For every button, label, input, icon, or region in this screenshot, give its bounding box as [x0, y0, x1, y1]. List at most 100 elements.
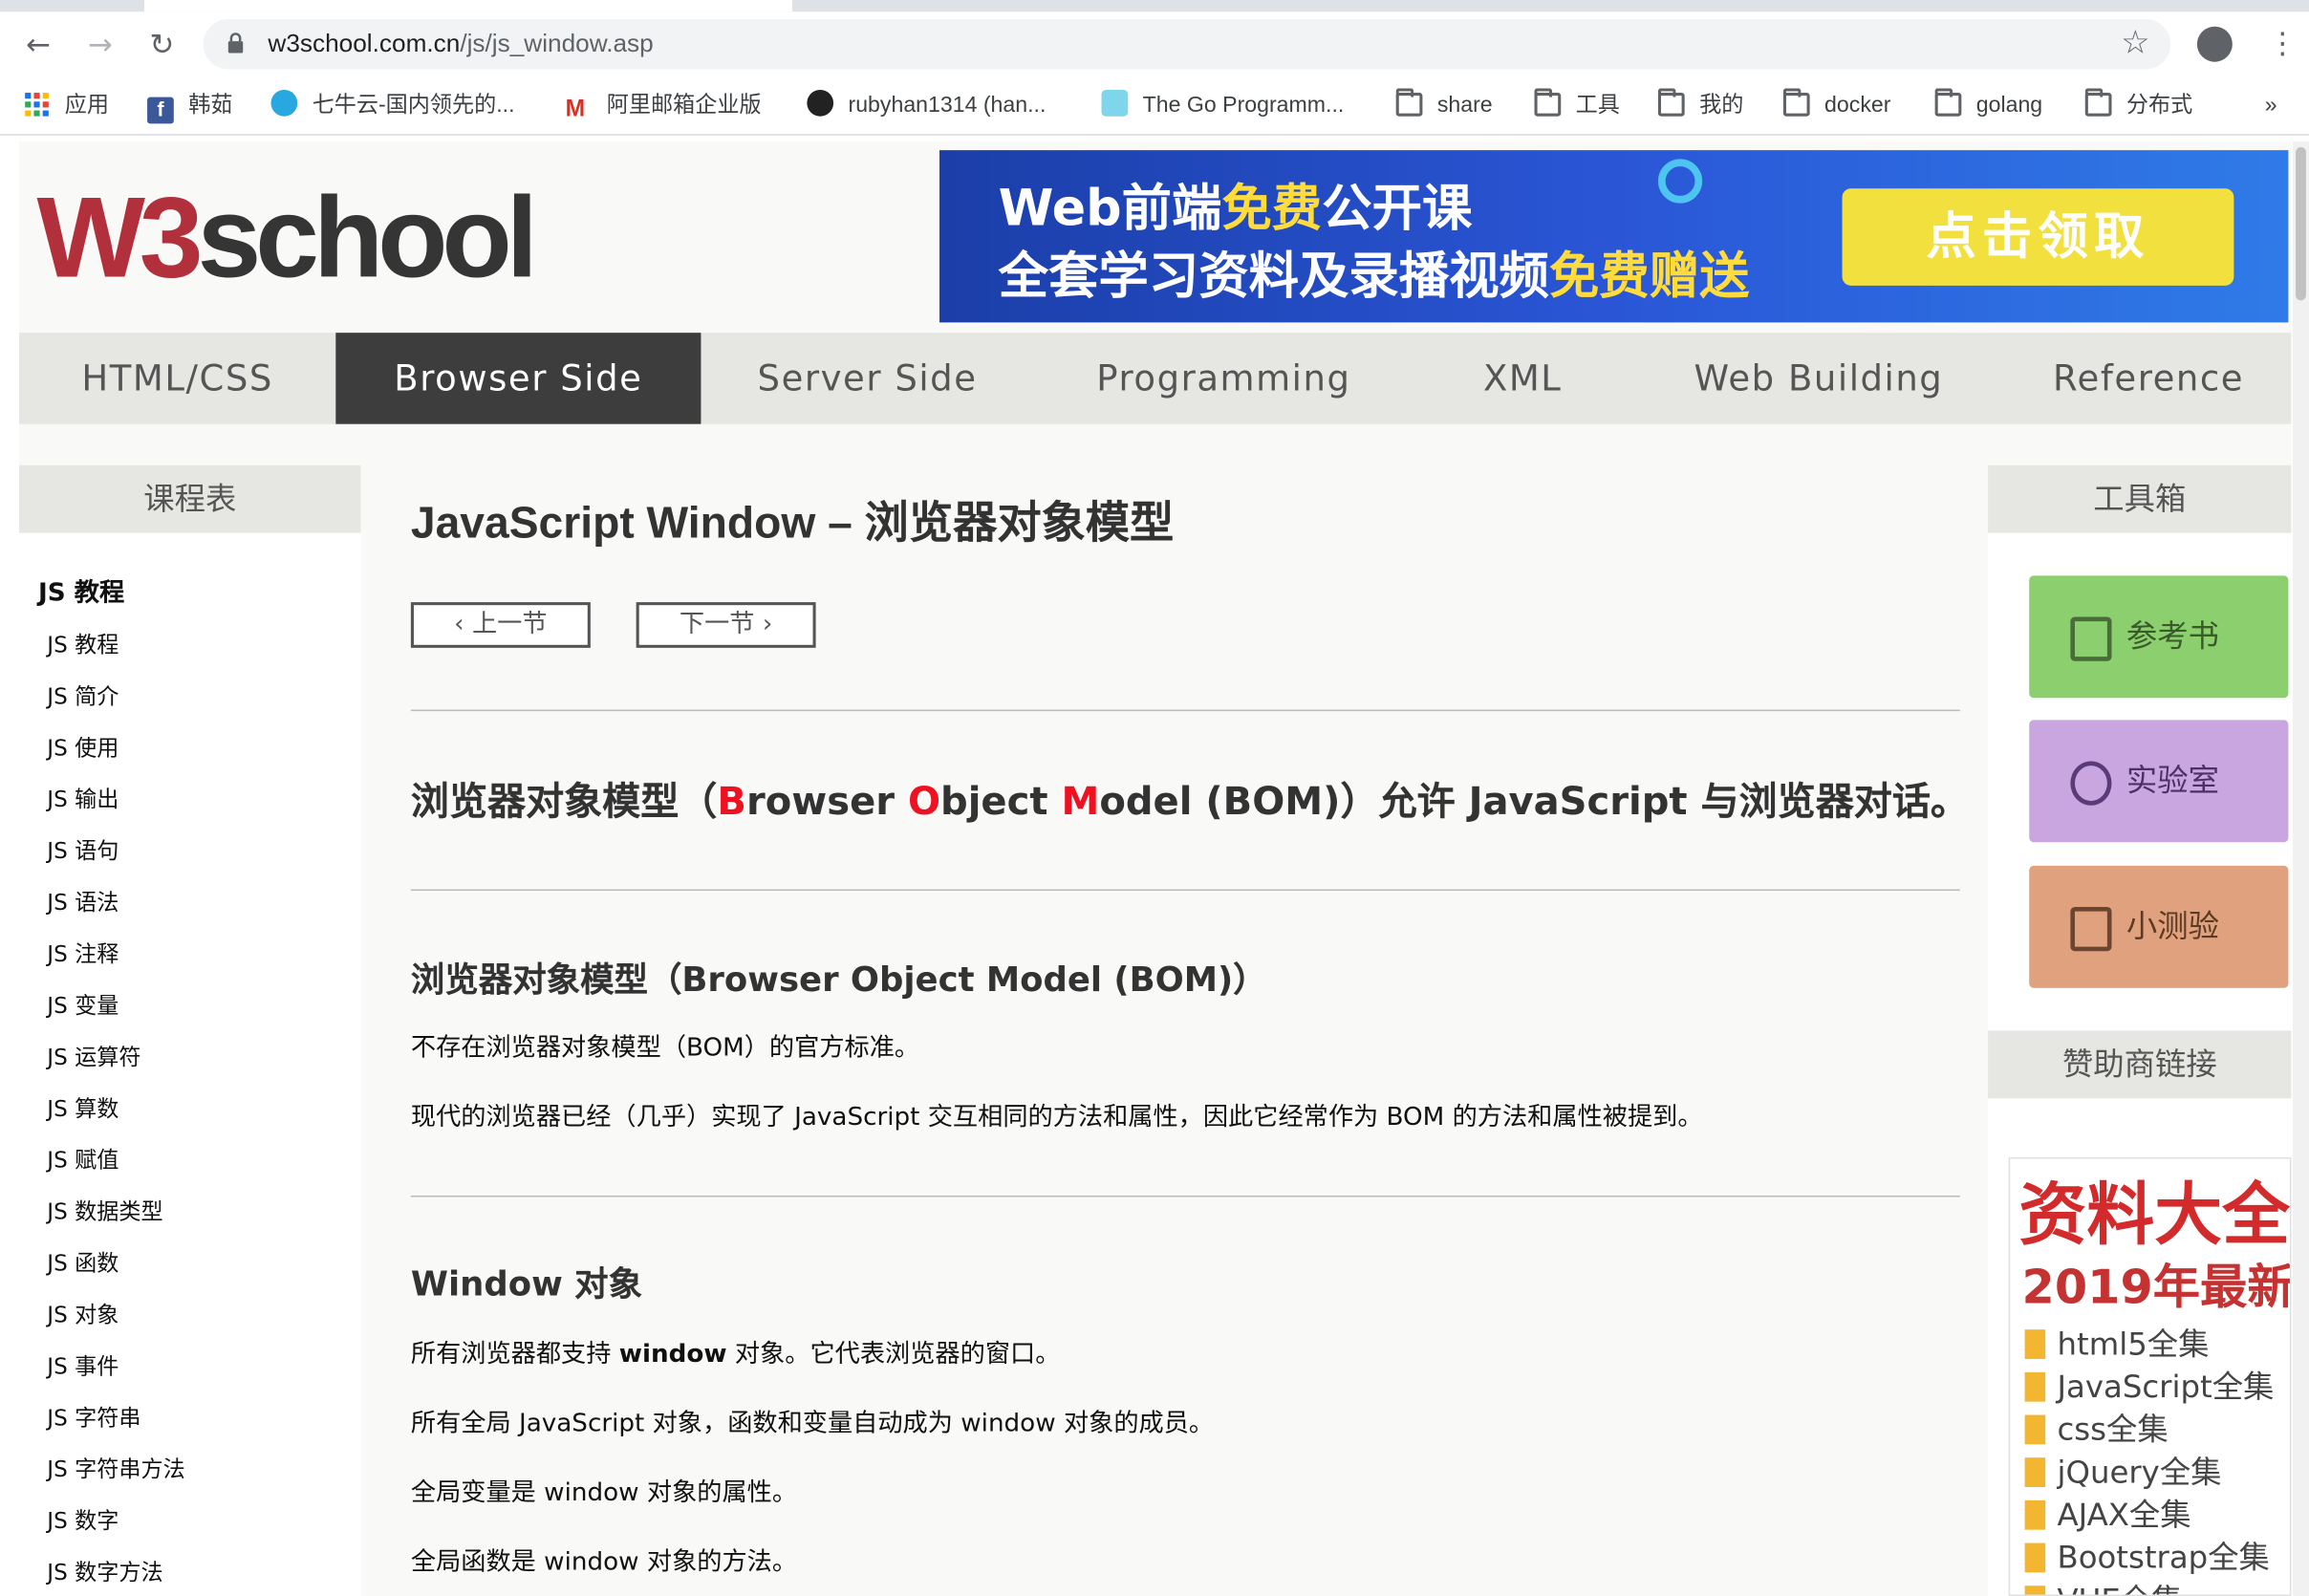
- tab-html-css[interactable]: HTML/CSS: [19, 333, 335, 424]
- paragraph: 所有浏览器都支持 window 对象。它代表浏览器的窗口。: [410, 1339, 1061, 1370]
- sidebar-item[interactable]: JS 数据类型: [47, 1196, 162, 1226]
- tab-reference[interactable]: Reference: [2006, 333, 2292, 424]
- sidebar-header: 课程表: [19, 464, 361, 533]
- bookmark-folder-tools[interactable]: 工具: [1534, 88, 1620, 122]
- scrollbar-thumb[interactable]: [2296, 147, 2306, 301]
- apps-grid-icon: [25, 93, 49, 117]
- folder-icon: [2084, 88, 2112, 117]
- promo-banner[interactable]: Web前端免费公开课 全套学习资料及录播视频免费赠送 点击领取: [939, 150, 2289, 323]
- url-text[interactable]: w3school.com.cn/js/js_window.asp: [268, 30, 653, 59]
- ad-year: 2019年最新: [2021, 1259, 2292, 1315]
- bookmark-folder-golang[interactable]: golang: [1934, 88, 2042, 122]
- ad-item: Bootstrap全集: [2025, 1534, 2269, 1578]
- banner-decoration: [1657, 159, 1703, 204]
- lock-icon: [227, 32, 244, 54]
- sidebar-item[interactable]: JS 算数: [47, 1092, 119, 1123]
- sidebar-item[interactable]: JS 运算符: [47, 1041, 140, 1071]
- sponsor-ad[interactable]: 资料大全 2019年最新 html5全集 JavaScript全集 css全集 …: [2008, 1156, 2292, 1596]
- tab-server-side[interactable]: Server Side: [701, 333, 1033, 424]
- folder-icon: [1534, 88, 1562, 117]
- banner-cta-button[interactable]: 点击领取: [1842, 188, 2234, 286]
- sidebar-item[interactable]: JS 对象: [47, 1299, 119, 1329]
- banner-line1: Web前端免费公开课: [998, 179, 1473, 239]
- course-sidebar: 课程表 JS 教程 JS 教程 JS 简介 JS 使用 JS 输出 JS 语句 …: [19, 464, 361, 1596]
- site-wrapper: W3school Web前端免费公开课 全套学习资料及录播视频免费赠送 点击领取…: [19, 140, 2292, 1596]
- prev-section-button[interactable]: ‹ 上一节: [410, 602, 591, 648]
- bookmarks-bar: 应用 f 韩茹 七牛云-国内领先的... M 阿里邮箱企业版 rubyhan1314…: [0, 76, 2309, 136]
- folder-icon: [1657, 88, 1685, 117]
- sidebar-item[interactable]: JS 字符串: [47, 1402, 140, 1433]
- tab-programming[interactable]: Programming: [1034, 333, 1414, 424]
- sidebar-item[interactable]: JS 赋值: [47, 1144, 119, 1175]
- sponsor-header: 赞助商链接: [1988, 1030, 2292, 1099]
- page-title: JavaScript Window – 浏览器对象模型: [410, 499, 1175, 549]
- folder-icon: [1782, 88, 1810, 117]
- sidebar-item[interactable]: JS 数字: [47, 1504, 119, 1535]
- page-scrollbar[interactable]: [2293, 140, 2309, 1596]
- sidebar-item[interactable]: JS 教程: [47, 629, 119, 659]
- ad-item: AJAX全集: [2025, 1492, 2190, 1536]
- reference-book-button[interactable]: 参考书: [2029, 575, 2289, 699]
- bookmark-apps[interactable]: 应用: [24, 90, 109, 122]
- forward-icon[interactable]: →: [82, 27, 118, 62]
- sidebar-item[interactable]: JS 语句: [47, 835, 119, 866]
- sidebar-item[interactable]: JS 简介: [47, 680, 119, 711]
- ad-item: JavaScript全集: [2025, 1364, 2274, 1408]
- intro-statement: 浏览器对象模型（Browser Object Model (BOM)）允许 Ja…: [410, 780, 1969, 825]
- next-section-button[interactable]: 下一节 ›: [636, 602, 816, 648]
- bookmark-star-icon[interactable]: ☆: [2121, 25, 2149, 62]
- divider: [410, 709, 1960, 712]
- paragraph: 现代的浏览器已经（几乎）实现了 JavaScript 交互相同的方法和属性，因此…: [410, 1102, 1703, 1132]
- quiz-button[interactable]: 小测验: [2029, 865, 2289, 988]
- profile-icon[interactable]: [2196, 26, 2233, 62]
- sidebar-item[interactable]: JS 使用: [47, 732, 119, 763]
- tab-strip: [0, 0, 2309, 12]
- bookmark-folder-mine[interactable]: 我的: [1657, 88, 1743, 122]
- banner-line2: 全套学习资料及录播视频免费赠送: [998, 247, 1750, 307]
- page-content: W3school Web前端免费公开课 全套学习资料及录播视频免费赠送 点击领取…: [0, 140, 2309, 1596]
- sidebar-item[interactable]: JS 数字方法: [47, 1556, 162, 1586]
- toolbox-sidebar: 工具箱 参考书 实验室 小测验 赞助商链接 资料大全 2019年最新 html5…: [1988, 464, 2292, 1596]
- qiniu-icon: [270, 89, 298, 117]
- bookmark-folder-distributed[interactable]: 分布式: [2084, 88, 2192, 122]
- sidebar-section-title: JS 教程: [38, 578, 125, 609]
- back-icon[interactable]: ←: [21, 27, 56, 62]
- reload-icon[interactable]: ↻: [144, 27, 180, 62]
- bookmark-qiniu[interactable]: 七牛云-国内领先的...: [270, 89, 515, 122]
- sidebar-item[interactable]: JS 字符串方法: [47, 1454, 184, 1484]
- divider: [410, 1195, 1960, 1197]
- sidebar-item[interactable]: JS 函数: [47, 1247, 119, 1278]
- sidebar-item[interactable]: JS 语法: [47, 886, 119, 917]
- bookmark-go[interactable]: The Go Programm...: [1101, 89, 1344, 122]
- tab-web-building[interactable]: Web Building: [1631, 333, 2005, 424]
- bookmarks-overflow-button[interactable]: »: [2265, 90, 2277, 122]
- tab-browser-side[interactable]: Browser Side: [335, 333, 701, 424]
- arrow-right-icon: ›: [754, 609, 773, 639]
- bookmark-github[interactable]: rubyhan1314 (han...: [807, 89, 1046, 122]
- sidebar-item[interactable]: JS 变量: [47, 989, 119, 1020]
- browser-window: ← → ↻ w3school.com.cn/js/js_window.asp ☆…: [0, 0, 2309, 1596]
- browser-toolbar: ← → ↻ w3school.com.cn/js/js_window.asp ☆…: [0, 11, 2309, 77]
- paragraph: 全局函数是 window 对象的方法。: [410, 1547, 798, 1577]
- ad-item: css全集: [2025, 1406, 2168, 1450]
- bookmark-aliyun-mail[interactable]: M 阿里邮箱企业版: [566, 90, 762, 122]
- main-article: JavaScript Window – 浏览器对象模型 ‹ 上一节 下一节 › …: [410, 465, 1969, 1596]
- clipboard-icon: [2070, 907, 2112, 952]
- github-icon: [807, 89, 834, 117]
- section-heading-bom: 浏览器对象模型（Browser Object Model (BOM)）: [410, 961, 1267, 1001]
- folder-icon: [1934, 88, 1962, 117]
- atom-icon: [2070, 761, 2112, 806]
- lab-button[interactable]: 实验室: [2029, 720, 2289, 843]
- bookmark-hanru[interactable]: f 韩茹: [147, 90, 232, 124]
- sidebar-item[interactable]: JS 事件: [47, 1350, 119, 1381]
- bookmark-folder-share[interactable]: share: [1395, 88, 1493, 122]
- facebook-icon: f: [147, 97, 174, 124]
- sidebar-item[interactable]: JS 输出: [47, 784, 119, 814]
- address-bar[interactable]: w3school.com.cn/js/js_window.asp ☆: [203, 19, 2171, 70]
- bookmark-folder-docker[interactable]: docker: [1782, 88, 1890, 122]
- paragraph: 不存在浏览器对象模型（BOM）的官方标准。: [410, 1033, 920, 1064]
- w3school-logo[interactable]: W3school: [37, 180, 538, 294]
- menu-icon[interactable]: ⋮: [2268, 24, 2298, 62]
- sidebar-item[interactable]: JS 注释: [47, 938, 119, 968]
- tab-xml[interactable]: XML: [1413, 333, 1631, 424]
